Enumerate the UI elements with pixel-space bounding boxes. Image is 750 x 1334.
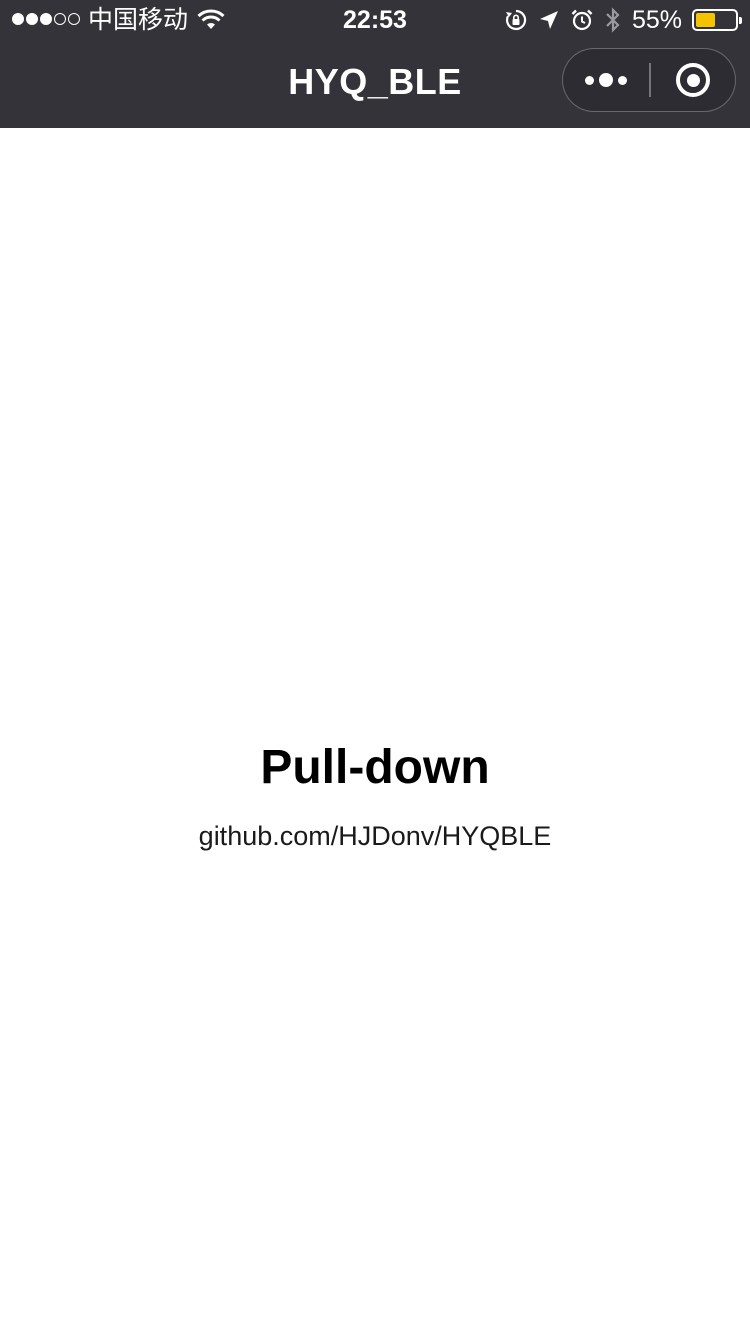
more-dots-icon (618, 75, 627, 85)
main-content[interactable]: Pull-down github.com/HJDonv/HYQBLE (0, 128, 750, 1334)
close-mini-program-button[interactable] (651, 49, 735, 111)
github-link[interactable]: github.com/HJDonv/HYQBLE (0, 820, 750, 852)
battery-icon (692, 9, 742, 31)
pull-down-hint: Pull-down (260, 741, 490, 794)
bluetooth-icon (606, 7, 620, 33)
battery-percent: 55% (631, 6, 682, 34)
more-dots-icon (599, 73, 613, 87)
location-icon (539, 11, 558, 29)
target-close-icon (676, 63, 710, 97)
mini-program-capsule (562, 48, 736, 112)
battery-terminal (739, 17, 742, 24)
rotation-lock-icon (505, 9, 527, 31)
target-close-icon-core (686, 73, 700, 87)
more-options-button[interactable] (563, 49, 649, 111)
status-icons: 55% (504, 6, 742, 34)
status-bar: 中国移动 22:53 55% (0, 0, 750, 40)
more-dots-icon (585, 75, 594, 85)
battery-level (696, 13, 716, 27)
alarm-icon (571, 9, 593, 31)
top-bar: 中国移动 22:53 55% HYQ_BLE (0, 0, 750, 128)
